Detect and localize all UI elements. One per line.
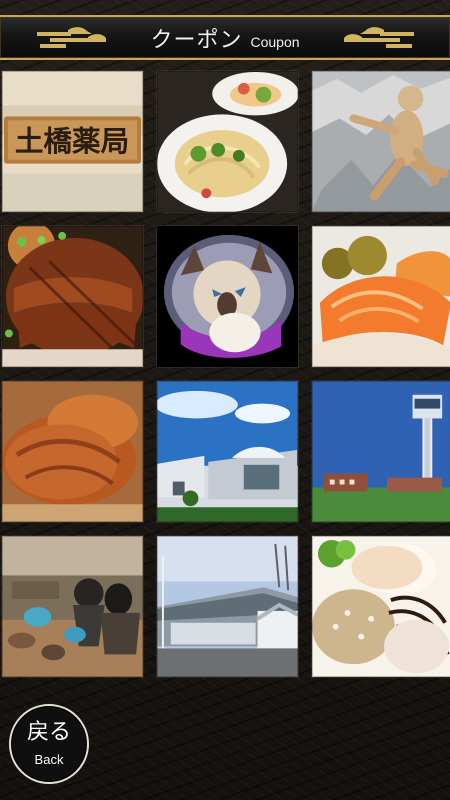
pasta-image: [157, 71, 298, 212]
cat-image: [157, 226, 298, 367]
coupon-tile-cat[interactable]: [156, 225, 299, 368]
building-image: [157, 381, 298, 522]
cloud-ornament-icon: [344, 27, 414, 48]
coupon-tile-pottery[interactable]: [1, 535, 144, 678]
dish-image: [312, 536, 450, 677]
coupon-tile-cutlet[interactable]: [1, 380, 144, 523]
coupon-tile-tower[interactable]: [311, 380, 450, 523]
coupon-tile-unagi[interactable]: [1, 225, 144, 368]
cloud-ornament-icon: [37, 27, 106, 48]
cutlet-image: [2, 381, 143, 522]
unagi-image: [2, 226, 143, 367]
pharmacy-sign-image: 土橋薬局: [2, 71, 143, 212]
page-title-jp: クーポン: [150, 27, 243, 53]
coupon-tile-facility[interactable]: [156, 535, 299, 678]
coupon-grid: 土橋薬局: [0, 70, 450, 678]
back-button-label-en: Back: [34, 751, 64, 767]
coupon-tile-building[interactable]: [156, 380, 299, 523]
page-title: クーポン Coupon: [150, 22, 299, 54]
header-bar: クーポン Coupon: [0, 15, 450, 60]
mannequin-image: [312, 71, 450, 212]
sign-text: 土橋薬局: [15, 124, 129, 158]
pickles-image: [312, 226, 450, 367]
facility-image: [157, 536, 298, 677]
coupon-tile-pasta[interactable]: [156, 70, 299, 213]
tower-image: [312, 381, 450, 522]
back-button-label-jp: 戻る: [26, 719, 71, 745]
coupon-tile-dish[interactable]: [311, 535, 450, 678]
coupon-tile-sign[interactable]: 土橋薬局: [1, 70, 144, 213]
back-button[interactable]: 戻る Back: [9, 704, 89, 784]
coupon-tile-pickles[interactable]: [311, 225, 450, 368]
pottery-image: [2, 536, 143, 677]
coupon-tile-figure[interactable]: [311, 70, 450, 213]
page-title-en: Coupon: [250, 33, 300, 50]
